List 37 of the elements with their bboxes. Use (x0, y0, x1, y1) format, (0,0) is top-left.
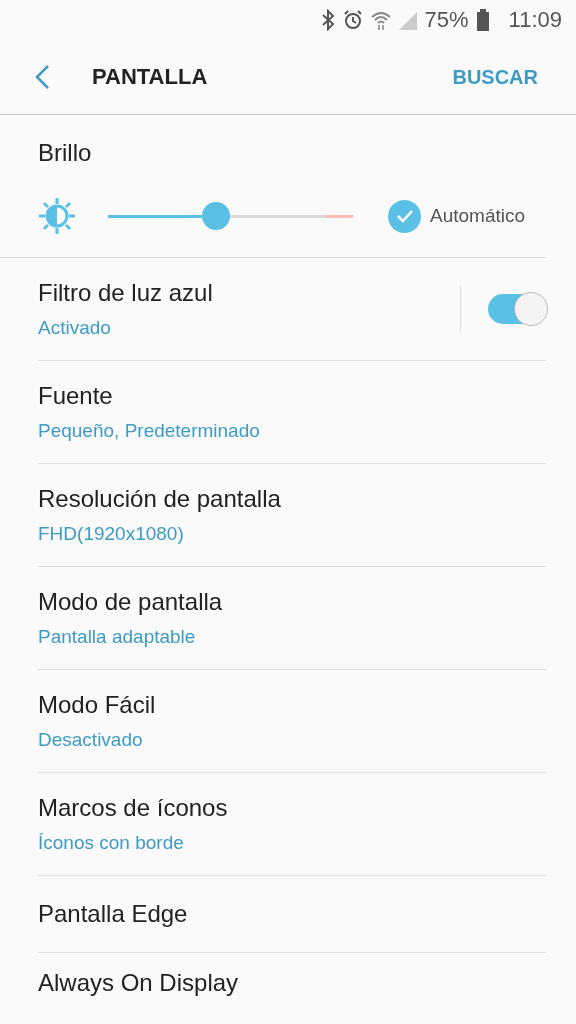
brightness-icon (38, 197, 76, 235)
setting-value: Desactivado (38, 729, 144, 751)
auto-label: Automático (430, 205, 526, 227)
setting-value: Pantalla adaptable (38, 626, 197, 648)
battery-icon (476, 9, 489, 31)
setting-value: FHD(1920x1080) (38, 523, 185, 545)
battery-percent: 75% (424, 7, 469, 33)
clock: 11:09 (508, 7, 562, 33)
setting-title: Pantalla Edge (38, 900, 189, 928)
setting-title: Filtro de luz azul (38, 279, 214, 307)
settings-row[interactable]: Modo de pantalla Pantalla adaptable (38, 567, 546, 670)
setting-title: Always On Display (38, 969, 240, 997)
page-title: PANTALLA (92, 64, 209, 90)
signal-icon (398, 10, 417, 30)
setting-title: Modo Fácil (38, 691, 157, 719)
setting-value: Íconos con borde (38, 832, 185, 854)
check-icon (394, 208, 415, 224)
bluetooth-icon (320, 9, 335, 31)
settings-row[interactable]: Pantalla Edge (38, 876, 546, 953)
settings-row[interactable]: Always On Display (38, 953, 546, 997)
alarm-icon (342, 9, 363, 31)
settings-row[interactable]: Filtro de luz azul Activado (38, 258, 546, 361)
settings-row[interactable]: Resolución de pantalla FHD(1920x1080) (38, 464, 546, 567)
setting-title: Brillo (38, 139, 93, 167)
setting-title: Fuente (38, 382, 114, 410)
settings-row[interactable]: Marcos de íconos Íconos con borde (38, 773, 546, 876)
settings-row[interactable]: Fuente Pequeño, Predeterminado (38, 361, 546, 464)
settings-row[interactable]: Modo Fácil Desactivado (38, 670, 546, 773)
toggle-switch[interactable] (488, 294, 546, 324)
setting-value: Activado (38, 317, 112, 339)
setting-title: Modo de pantalla (38, 588, 224, 616)
wifi-icon (370, 9, 391, 31)
auto-checkbox[interactable] (388, 199, 421, 233)
brightness-slider[interactable] (108, 201, 353, 231)
setting-value: Pequeño, Predeterminado (38, 420, 261, 442)
setting-title: Marcos de íconos (38, 794, 229, 822)
setting-title: Resolución de pantalla (38, 485, 282, 513)
